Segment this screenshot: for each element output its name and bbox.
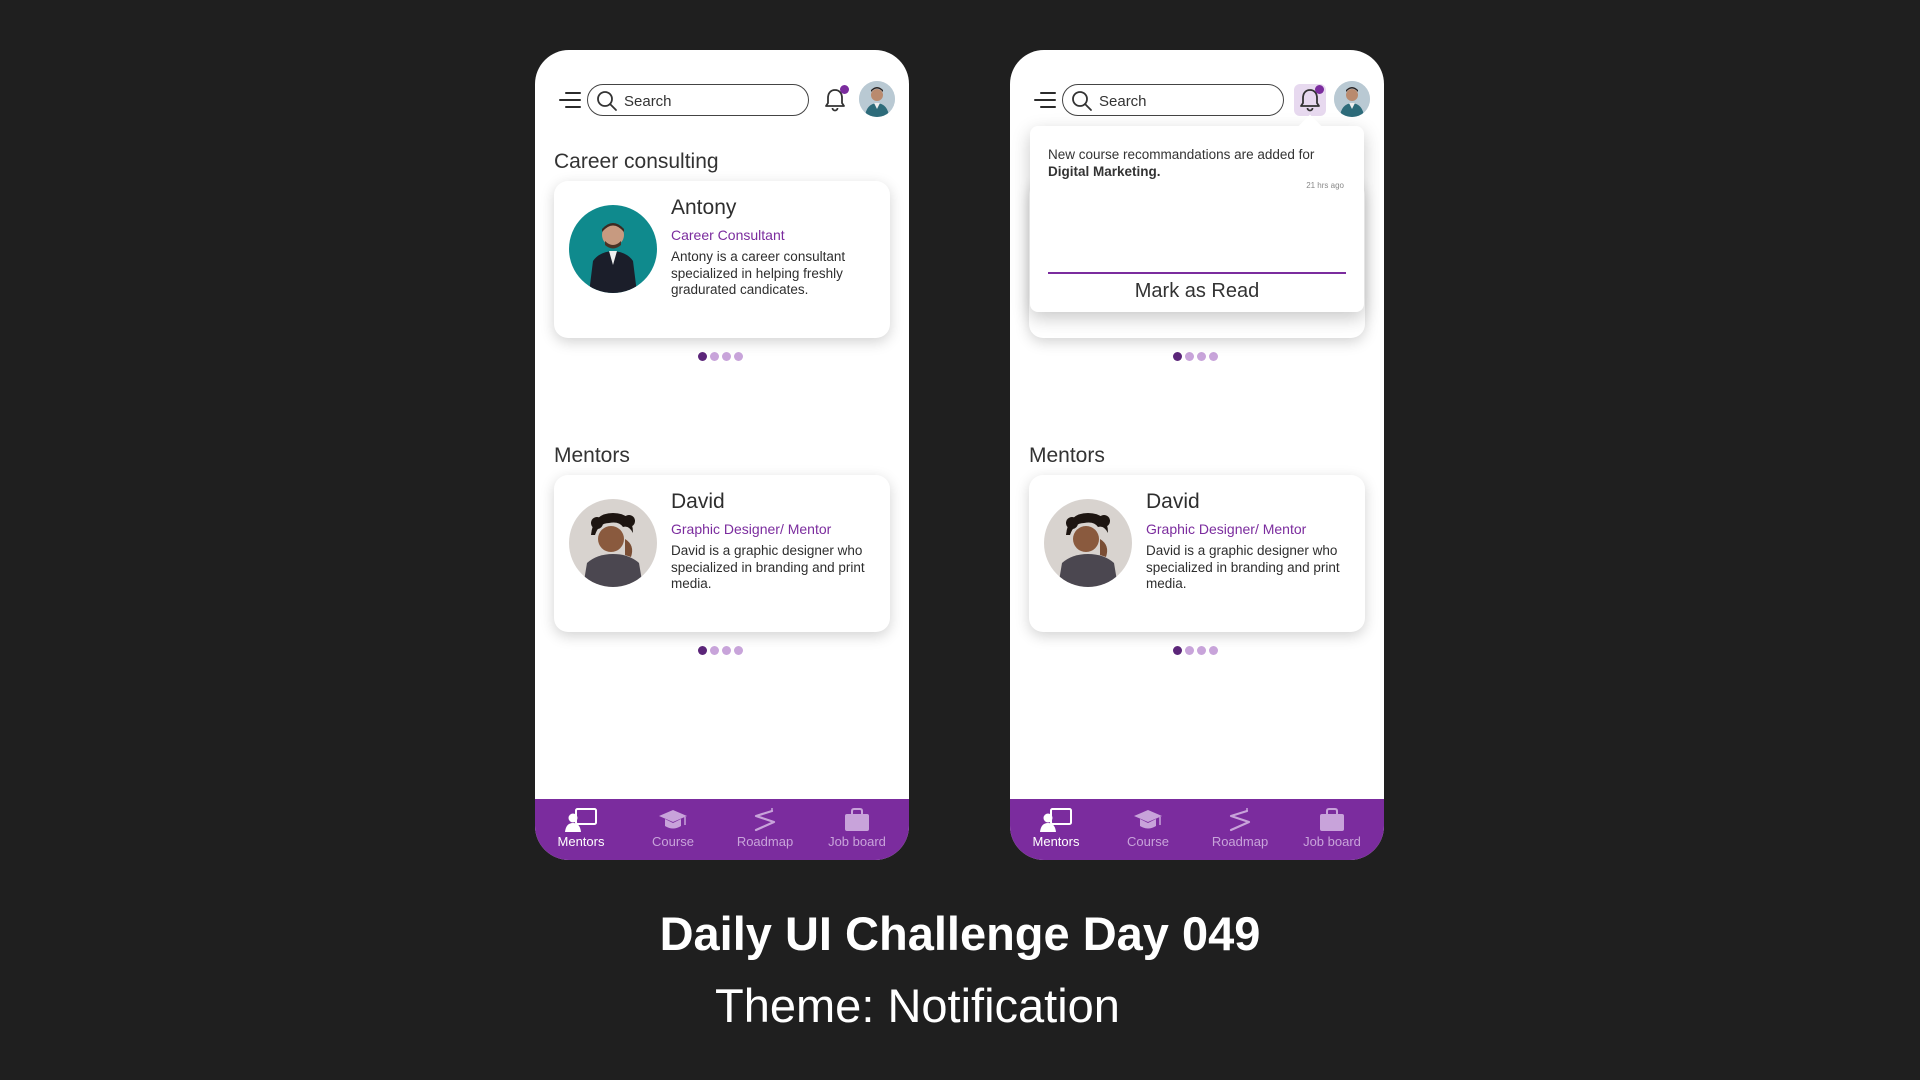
mark-as-read-button[interactable]: Mark as Read [1030,280,1364,303]
mentor-card[interactable]: David Graphic Designer/ Mentor David is … [554,475,890,632]
mentor-name: David [1146,490,1200,513]
bottom-nav: Mentors Course Roadmap Job board [535,799,909,860]
section-title-mentors: Mentors [554,444,630,467]
roadmap-icon [754,808,776,832]
consultant-description: Antony is a career consultant specialize… [671,249,846,297]
job-board-icon [1320,808,1344,831]
carousel-dot[interactable] [722,646,731,655]
nav-label: Roadmap [736,834,794,849]
divider [1048,272,1346,274]
mentor-carousel-dots [698,645,746,655]
notification-popup: New course recommandations are added for… [1030,114,1364,312]
consultant-photo [569,205,657,293]
nav-label: Job board [828,834,886,849]
mentors-icon [1040,808,1072,832]
career-carousel-dots [698,351,746,361]
carousel-dot[interactable] [1209,352,1218,361]
notification-message: New course recommandations are added for… [1048,146,1352,180]
carousel-dot[interactable] [1197,352,1206,361]
avatar[interactable] [1334,81,1370,117]
search-input[interactable] [1099,91,1269,111]
bottom-nav: Mentors Course Roadmap Job board [1010,799,1384,860]
popup-arrow [1298,114,1322,138]
nav-mentors[interactable]: Mentors [1010,805,1102,857]
search-icon [1072,91,1092,111]
nav-job-board[interactable]: Job board [1286,805,1378,857]
consultant-role: Career Consultant [671,227,785,243]
nav-label: Job board [1303,834,1361,849]
mentor-role: Graphic Designer/ Mentor [1146,521,1307,537]
search-icon [597,91,617,111]
notification-highlight: Digital Marketing. [1048,164,1161,179]
notification-bell-button[interactable] [819,84,851,116]
nav-roadmap[interactable]: Roadmap [719,805,811,857]
avatar[interactable] [859,81,895,117]
notification-dot [1315,85,1324,94]
carousel-dot[interactable] [734,646,743,655]
carousel-dot[interactable] [710,352,719,361]
consultant-card[interactable]: Antony Career Consultant Antony is a car… [554,181,890,338]
search-input[interactable] [624,91,794,111]
job-board-icon [845,808,869,831]
carousel-dot[interactable] [1197,646,1206,655]
course-icon [1134,810,1162,829]
phone-screen-career: Career consulting Antony Career Consulta… [535,50,909,860]
mentor-name: David [671,490,725,513]
section-title-career: Career consulting [554,150,719,173]
notification-time: 21 hrs ago [1306,181,1344,190]
mentor-role: Graphic Designer/ Mentor [671,521,832,537]
nav-label: Roadmap [1211,834,1269,849]
course-icon [659,810,687,829]
menu-icon[interactable] [557,92,581,108]
top-bar [1032,81,1370,117]
carousel-dot[interactable] [698,646,707,655]
footer-subtitle: Theme: Notification [715,979,1120,1032]
nav-roadmap[interactable]: Roadmap [1194,805,1286,857]
mentor-photo [1044,499,1132,587]
carousel-dot[interactable] [1185,352,1194,361]
notification-dot [840,85,849,94]
roadmap-icon [1229,808,1251,832]
nav-mentors[interactable]: Mentors [535,805,627,857]
consultant-name: Antony [671,196,737,219]
carousel-dot[interactable] [710,646,719,655]
nav-label: Course [652,834,694,849]
nav-job-board[interactable]: Job board [811,805,903,857]
nav-label: Mentors [1032,834,1080,849]
carousel-dot[interactable] [698,352,707,361]
mentor-photo [569,499,657,587]
nav-course[interactable]: Course [1102,805,1194,857]
footer-title: Daily UI Challenge Day 049 [659,907,1261,960]
search-bar[interactable] [587,84,809,116]
top-bar [557,81,895,117]
section-title-mentors: Mentors [1029,444,1105,467]
carousel-dot[interactable] [1173,352,1182,361]
menu-icon[interactable] [1032,92,1056,108]
carousel-dot[interactable] [1185,646,1194,655]
nav-label: Course [1127,834,1169,849]
notification-bell-button[interactable] [1294,84,1326,116]
nav-label: Mentors [557,834,605,849]
carousel-dot[interactable] [1209,646,1218,655]
career-carousel-dots [1173,351,1221,361]
nav-course[interactable]: Course [627,805,719,857]
mentor-carousel-dots [1173,645,1221,655]
mentors-icon [565,808,597,832]
notification-text: New course recommandations are added for [1048,147,1315,162]
carousel-dot[interactable] [1173,646,1182,655]
mentor-description: David is a graphic designer who speciali… [1146,543,1340,591]
mentor-description: David is a graphic designer who speciali… [671,543,865,591]
mentor-card[interactable]: David Graphic Designer/ Mentor David is … [1029,475,1365,632]
phone-screen-notification: New course recommandations are added for… [1010,50,1384,860]
carousel-dot[interactable] [734,352,743,361]
search-bar[interactable] [1062,84,1284,116]
carousel-dot[interactable] [722,352,731,361]
